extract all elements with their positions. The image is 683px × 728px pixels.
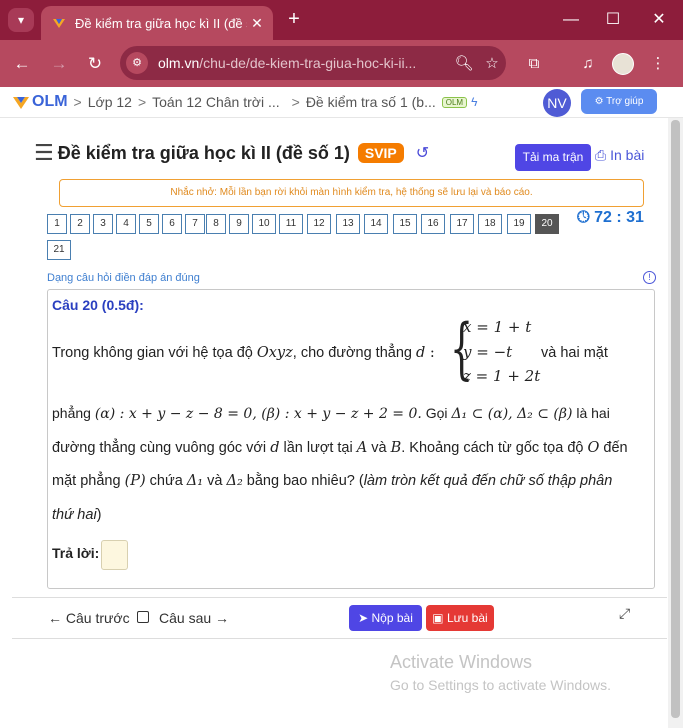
question-type-label: Dạng câu hỏi điền đáp án đúng (47, 272, 200, 284)
profile-avatar[interactable] (612, 53, 634, 75)
breadcrumb-item-grade[interactable]: Lớp 12 (88, 94, 132, 110)
olm-favicon-icon (53, 19, 65, 28)
breadcrumb-separator: > (137, 94, 147, 110)
breadcrumb-item-course[interactable]: Toán 12 Chân trời ... (152, 94, 279, 110)
question-line-2: phẳng (α) : x + y − z − 8 = 0, (β) : x +… (52, 405, 610, 422)
footer-divider (12, 597, 667, 598)
tab-title: Đề kiểm tra giữa học kì II (đề số (75, 15, 247, 31)
question-number[interactable]: 19 (507, 214, 531, 234)
question-card (47, 289, 655, 589)
back-icon[interactable]: ← (10, 52, 34, 76)
system-eq-2: y = −t (463, 343, 513, 361)
forward-icon[interactable]: → (47, 52, 71, 76)
help-button[interactable]: ⚙ Trợ giúp (581, 89, 657, 114)
question-number[interactable]: 13 (336, 214, 360, 234)
question-number[interactable]: 18 (478, 214, 502, 234)
chrome-menu-icon[interactable]: ⋮ (646, 52, 670, 76)
title-row: ☰ Đề kiểm tra giữa học kì II (đề số 1) S… (34, 140, 429, 166)
question-line-1-end: và hai mặt (541, 345, 608, 361)
olm-logo-icon (13, 97, 29, 109)
bookmark-star-icon[interactable]: ☆ (478, 54, 506, 72)
activation-watermark-title: Activate Windows (390, 652, 533, 672)
olm-badge: OLM (441, 96, 468, 108)
reload-icon[interactable]: ↻ (83, 52, 107, 76)
question-number[interactable]: 3 (93, 214, 113, 234)
minimize-icon[interactable]: — (556, 8, 586, 32)
notice-banner: Nhắc nhở: Mỗi lần bạn rời khỏi màn hình … (59, 179, 644, 207)
question-number[interactable]: 7 (185, 214, 205, 234)
save-icon: ▣ (432, 611, 447, 625)
breadcrumb-separator: > (73, 94, 82, 110)
countdown-timer: 🕓︎ 72 : 31 (577, 209, 644, 226)
question-number[interactable]: 1 (47, 214, 67, 234)
print-button[interactable]: ⎙ In bài (595, 147, 644, 164)
maximize-icon[interactable]: ☐ (598, 8, 628, 32)
question-number[interactable]: 15 (393, 214, 417, 234)
tab-close-icon[interactable]: ✕ (247, 15, 267, 32)
question-number[interactable]: 8 (206, 214, 226, 234)
submit-button[interactable]: ➤ Nộp bài (349, 605, 422, 631)
arrow-left-icon: ← (48, 610, 66, 626)
page-title: Đề kiểm tra giữa học kì II (đề số 1) (57, 142, 350, 163)
lightning-icon: ϟ (471, 95, 478, 109)
address-bar[interactable]: ⚙ olm.vn/chu-de/de-kiem-tra-giua-hoc-ki-… (120, 46, 506, 80)
answer-label: Trả lời: (52, 545, 100, 561)
new-tab-icon[interactable]: + (283, 8, 305, 32)
tab-search-dropdown-icon[interactable]: ▾ (8, 8, 34, 32)
answer-input[interactable] (101, 540, 128, 570)
menu-icon[interactable]: ☰ (34, 140, 54, 166)
arrow-right-icon: → (211, 610, 230, 626)
question-number[interactable]: 4 (116, 214, 136, 234)
question-number[interactable]: 17 (450, 214, 474, 234)
activation-watermark-subtitle: Go to Settings to activate Windows. (390, 677, 611, 693)
question-line-5: thứ hai) (52, 507, 102, 523)
history-icon[interactable]: ↺ (416, 143, 429, 163)
mark-question-checkbox[interactable] (137, 611, 149, 623)
svip-badge: SVIP (357, 143, 404, 163)
question-line-1: Trong không gian với hệ tọa độ Oxyz, cho… (52, 345, 435, 361)
printer-icon: ⎙ (595, 147, 611, 163)
breadcrumb-separator: > (291, 94, 300, 110)
footer-divider (12, 638, 667, 639)
system-eq-1: x = 1 + t (463, 318, 532, 336)
breadcrumb-item-test[interactable]: Đề kiểm tra số 1 (b... (306, 94, 436, 110)
question-number[interactable]: 21 (47, 240, 71, 260)
question-line-4: mặt phẳng (P) chứa Δ₁ và Δ₂ bằng bao nhi… (52, 473, 613, 489)
next-question-button[interactable]: Câu sau → (159, 610, 229, 626)
question-number[interactable]: 12 (307, 214, 331, 234)
question-number[interactable]: 2 (70, 214, 90, 234)
question-header: Câu 20 (0.5đ): (52, 297, 144, 313)
question-number[interactable]: 16 (421, 214, 445, 234)
clock-icon: 🕓︎ (577, 209, 595, 226)
fullscreen-icon[interactable]: ⤢ (619, 605, 630, 622)
help-icon: ⚙ (594, 96, 607, 107)
question-number[interactable]: 6 (162, 214, 182, 234)
site-info-icon[interactable]: ⚙ (126, 52, 148, 74)
question-number-active[interactable]: 20 (535, 214, 559, 234)
media-control-icon[interactable]: ♫ (576, 52, 600, 76)
url-text: olm.vn/chu-de/de-kiem-tra-giua-hoc-ki-ii… (158, 55, 417, 71)
olm-logo[interactable]: OLM (12, 93, 68, 111)
question-number[interactable]: 11 (279, 214, 303, 234)
submit-icon: ➤ (358, 611, 372, 625)
question-number[interactable]: 14 (364, 214, 388, 234)
extensions-icon[interactable]: ⧉ (522, 52, 546, 76)
user-avatar[interactable]: NV (543, 89, 571, 117)
system-eq-3: z = 1 + 2t (463, 367, 541, 385)
info-icon[interactable]: ! (643, 271, 656, 284)
scrollbar-thumb[interactable] (671, 120, 680, 718)
question-number[interactable]: 5 (139, 214, 159, 234)
previous-question-button[interactable]: ← Câu trước (48, 610, 130, 626)
zoom-search-icon[interactable]: 🔍︎ (450, 54, 478, 72)
save-button[interactable]: ▣ Lưu bài (426, 605, 494, 631)
question-number[interactable]: 10 (252, 214, 276, 234)
download-matrix-button[interactable]: Tải ma trận (515, 144, 591, 171)
close-window-icon[interactable]: ✕ (644, 8, 674, 32)
question-line-3: đường thẳng cùng vuông góc với d lần lượ… (52, 440, 628, 456)
browser-tab-active[interactable]: Đề kiểm tra giữa học kì II (đề số ✕ (41, 6, 273, 40)
question-number[interactable]: 9 (229, 214, 249, 234)
